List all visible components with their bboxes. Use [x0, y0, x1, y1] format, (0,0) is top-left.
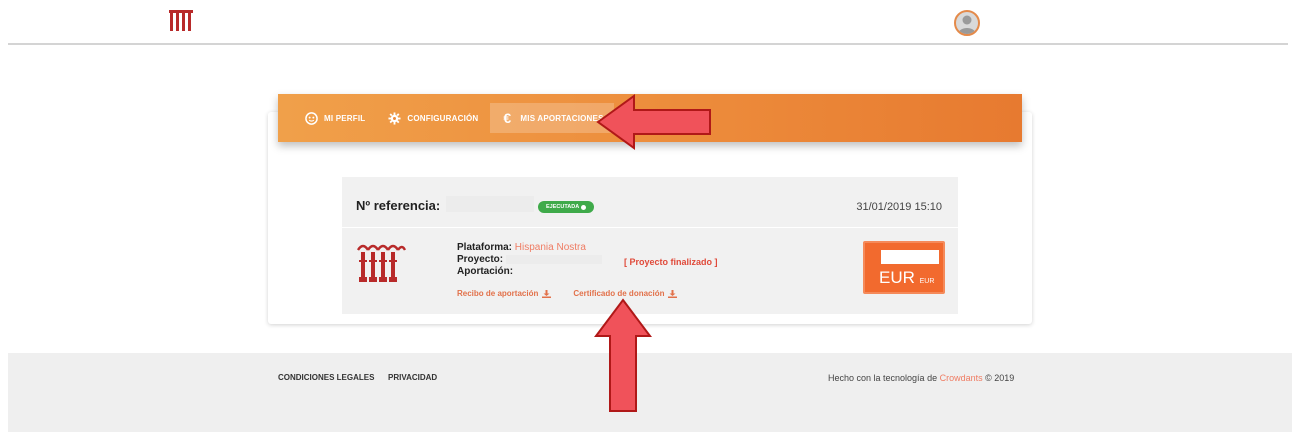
- annotation-arrow-left-icon: [596, 94, 711, 150]
- panel-divider: [342, 227, 958, 228]
- project-status: [ Proyecto finalizado ]: [624, 257, 718, 267]
- currency-code-small: EUR: [919, 278, 935, 285]
- header-divider: [8, 43, 1288, 45]
- receipt-link-label: Recibo de aportación: [457, 289, 539, 298]
- status-dot-icon: [581, 204, 587, 210]
- amount-value-redacted: [881, 250, 939, 264]
- user-avatar-icon[interactable]: [954, 10, 980, 36]
- amount-box: EUR EUR: [863, 241, 945, 294]
- privacy-link[interactable]: PRIVACIDAD: [388, 373, 437, 382]
- euro-icon: €: [503, 110, 512, 126]
- contribution-details: Plataforma: Hispania Nostra Proyecto: Ap…: [457, 242, 602, 278]
- contribution-date: 31/01/2019 15:10: [856, 201, 942, 213]
- credits-prefix: Hecho con la tecnología de: [828, 373, 938, 383]
- project-row: Proyecto:: [457, 254, 602, 266]
- top-header: [0, 0, 1292, 45]
- page: MI PERFIL CONFIGURACIÓN € MIS APORTACION…: [0, 0, 1292, 432]
- gear-icon: [387, 111, 401, 125]
- tab-label: CONFIGURACIÓN: [407, 113, 479, 123]
- footer-credits: Hecho con la tecnología de Crowdants © 2…: [828, 373, 1014, 383]
- platform-value[interactable]: Hispania Nostra: [515, 242, 586, 253]
- project-name-redacted: [505, 254, 602, 264]
- reference-value-redacted: [446, 196, 534, 212]
- certificate-link[interactable]: Certificado de donación: [573, 289, 678, 298]
- tab-label: MIS APORTACIONES: [520, 113, 604, 123]
- download-icon: [542, 289, 552, 298]
- tab-mi-perfil[interactable]: MI PERFIL: [296, 103, 373, 133]
- tab-label: MI PERFIL: [324, 113, 366, 123]
- platform-row: Plataforma: Hispania Nostra: [457, 242, 602, 254]
- platform-label: Plataforma:: [457, 242, 513, 253]
- contribution-label: Aportación:: [457, 266, 514, 277]
- legal-conditions-link[interactable]: CONDICIONES LEGALES: [278, 373, 374, 382]
- receipt-link[interactable]: Recibo de aportación: [457, 289, 552, 298]
- face-icon: [304, 111, 318, 125]
- credits-suffix: © 2019: [985, 373, 1015, 383]
- project-label: Proyecto:: [457, 254, 504, 265]
- aqueduct-logo-icon[interactable]: [168, 8, 194, 32]
- annotation-arrow-up-icon: [594, 298, 652, 412]
- status-text: EJECUTADA: [546, 204, 580, 210]
- currency-code: EUR: [879, 268, 915, 287]
- crowdants-link[interactable]: Crowdants: [940, 373, 983, 383]
- tab-configuracion[interactable]: CONFIGURACIÓN: [379, 103, 486, 133]
- certificate-link-label: Certificado de donación: [573, 289, 665, 298]
- status-badge: EJECUTADA: [538, 201, 595, 213]
- document-links: Recibo de aportación Certificado de dona…: [457, 289, 699, 298]
- currency-label: EUR EUR: [879, 268, 934, 288]
- reference-label: Nº referencia:: [356, 198, 441, 213]
- contribution-panel: Nº referencia: EJECUTADA 31/01/2019 15:1…: [342, 177, 958, 314]
- contribution-row: Aportación:: [457, 266, 602, 278]
- aqueduct-project-logo-icon: [356, 244, 406, 282]
- download-icon: [668, 289, 678, 298]
